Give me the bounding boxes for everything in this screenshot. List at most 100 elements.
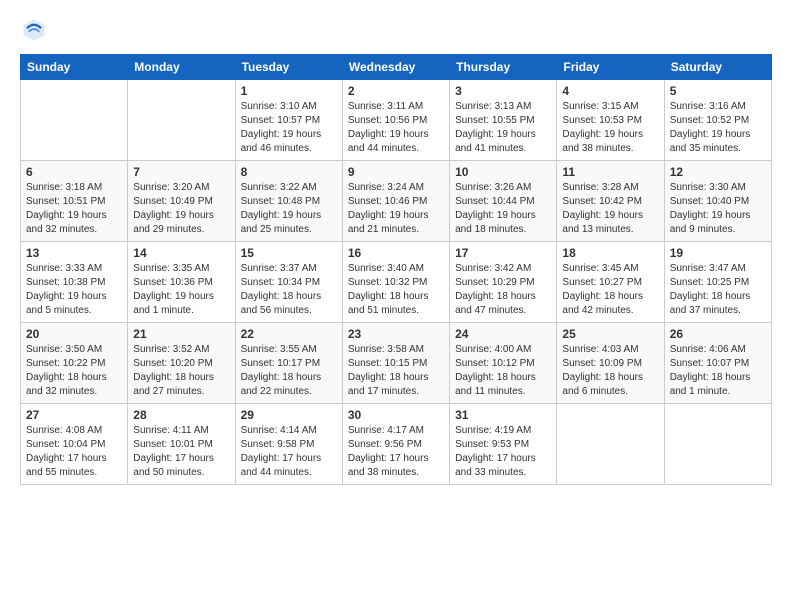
calendar-week-row: 13 Sunrise: 3:33 AMSunset: 10:38 PMDaylig… (21, 242, 772, 323)
day-number: 12 (670, 165, 766, 179)
day-number: 27 (26, 408, 122, 422)
day-info: Sunrise: 3:28 AMSunset: 10:42 PMDaylight… (562, 181, 658, 237)
day-info: Sunrise: 3:45 AMSunset: 10:27 PMDaylight… (562, 262, 658, 318)
calendar-day-cell: 10Sunrise: 3:26 AMSunset: 10:44 PMDaylig… (450, 161, 557, 242)
day-number: 23 (348, 327, 444, 341)
calendar-body: 1 Sunrise: 3:10 AMSunset: 10:57 PMDayligh… (21, 80, 772, 485)
calendar-day-cell: 12 Sunrise: 3:30 AMSunset: 10:40 PMDaylig… (664, 161, 771, 242)
day-info: Sunrise: 3:13 AMSunset: 10:55 PMDaylight… (455, 100, 551, 156)
day-number: 25 (562, 327, 658, 341)
calendar-day-cell: 20Sunrise: 3:50 AMSunset: 10:22 PMDaylig… (21, 323, 128, 404)
calendar-day-cell: 11 Sunrise: 3:28 AMSunset: 10:42 PMDaylig… (557, 161, 664, 242)
day-info: Sunrise: 4:17 AMSunset: 9:56 PMDaylight:… (348, 424, 444, 480)
day-number: 26 (670, 327, 766, 341)
calendar-day-cell: 1 Sunrise: 3:10 AMSunset: 10:57 PMDayligh… (235, 80, 342, 161)
weekday-header-cell: Tuesday (235, 55, 342, 80)
day-number: 11 (562, 165, 658, 179)
day-info: Sunrise: 3:16 AMSunset: 10:52 PMDaylight… (670, 100, 766, 156)
calendar-day-cell: 28Sunrise: 4:11 AMSunset: 10:01 PMDaylig… (128, 404, 235, 485)
calendar-day-cell: 14 Sunrise: 3:35 AMSunset: 10:36 PMDaylig… (128, 242, 235, 323)
day-number: 4 (562, 84, 658, 98)
logo-icon (20, 16, 48, 44)
day-number: 20 (26, 327, 122, 341)
day-number: 6 (26, 165, 122, 179)
calendar-day-cell: 15 Sunrise: 3:37 AMSunset: 10:34 PMDaylig… (235, 242, 342, 323)
calendar-week-row: 6 Sunrise: 3:18 AMSunset: 10:51 PMDayligh… (21, 161, 772, 242)
day-info: Sunrise: 3:47 AMSunset: 10:25 PMDaylight… (670, 262, 766, 318)
day-info: Sunrise: 3:37 AMSunset: 10:34 PMDaylight… (241, 262, 337, 318)
logo (20, 16, 52, 44)
day-info: Sunrise: 4:08 AMSunset: 10:04 PMDaylight… (26, 424, 122, 480)
day-info: Sunrise: 3:30 AMSunset: 10:40 PMDaylight… (670, 181, 766, 237)
calendar-day-cell: 7 Sunrise: 3:20 AMSunset: 10:49 PMDayligh… (128, 161, 235, 242)
weekday-header-cell: Monday (128, 55, 235, 80)
day-info: Sunrise: 3:24 AMSunset: 10:46 PMDaylight… (348, 181, 444, 237)
day-number: 15 (241, 246, 337, 260)
day-info: Sunrise: 3:20 AMSunset: 10:49 PMDaylight… (133, 181, 229, 237)
calendar-week-row: 27 Sunrise: 4:08 AMSunset: 10:04 PMDaylig… (21, 404, 772, 485)
day-info: Sunrise: 3:35 AMSunset: 10:36 PMDaylight… (133, 262, 229, 318)
calendar-day-cell (664, 404, 771, 485)
day-number: 13 (26, 246, 122, 260)
calendar-day-cell: 26 Sunrise: 4:06 AMSunset: 10:07 PMDaylig… (664, 323, 771, 404)
calendar-day-cell: 25 Sunrise: 4:03 AMSunset: 10:09 PMDaylig… (557, 323, 664, 404)
day-number: 19 (670, 246, 766, 260)
calendar-day-cell (557, 404, 664, 485)
day-number: 10 (455, 165, 551, 179)
day-info: Sunrise: 4:19 AMSunset: 9:53 PMDaylight:… (455, 424, 551, 480)
day-info: Sunrise: 3:52 AMSunset: 10:20 PMDaylight… (133, 343, 229, 399)
day-number: 1 (241, 84, 337, 98)
day-number: 31 (455, 408, 551, 422)
day-number: 16 (348, 246, 444, 260)
day-number: 29 (241, 408, 337, 422)
day-info: Sunrise: 4:03 AMSunset: 10:09 PMDaylight… (562, 343, 658, 399)
day-number: 7 (133, 165, 229, 179)
calendar-day-cell: 31 Sunrise: 4:19 AMSunset: 9:53 PMDayligh… (450, 404, 557, 485)
calendar-day-cell: 9 Sunrise: 3:24 AMSunset: 10:46 PMDayligh… (342, 161, 449, 242)
day-number: 9 (348, 165, 444, 179)
calendar-week-row: 20Sunrise: 3:50 AMSunset: 10:22 PMDaylig… (21, 323, 772, 404)
day-info: Sunrise: 3:58 AMSunset: 10:15 PMDaylight… (348, 343, 444, 399)
day-info: Sunrise: 3:10 AMSunset: 10:57 PMDaylight… (241, 100, 337, 156)
day-info: Sunrise: 3:42 AMSunset: 10:29 PMDaylight… (455, 262, 551, 318)
calendar-day-cell: 6 Sunrise: 3:18 AMSunset: 10:51 PMDayligh… (21, 161, 128, 242)
day-info: Sunrise: 4:00 AMSunset: 10:12 PMDaylight… (455, 343, 551, 399)
day-number: 2 (348, 84, 444, 98)
calendar-day-cell: 27 Sunrise: 4:08 AMSunset: 10:04 PMDaylig… (21, 404, 128, 485)
day-info: Sunrise: 3:22 AMSunset: 10:48 PMDaylight… (241, 181, 337, 237)
calendar-day-cell: 8 Sunrise: 3:22 AMSunset: 10:48 PMDayligh… (235, 161, 342, 242)
calendar-day-cell: 23 Sunrise: 3:58 AMSunset: 10:15 PMDaylig… (342, 323, 449, 404)
calendar-day-cell: 30Sunrise: 4:17 AMSunset: 9:56 PMDayligh… (342, 404, 449, 485)
weekday-header-cell: Saturday (664, 55, 771, 80)
calendar-day-cell: 24 Sunrise: 4:00 AMSunset: 10:12 PMDaylig… (450, 323, 557, 404)
day-number: 17 (455, 246, 551, 260)
day-number: 14 (133, 246, 229, 260)
calendar-day-cell: 29Sunrise: 4:14 AMSunset: 9:58 PMDayligh… (235, 404, 342, 485)
calendar-day-cell: 21 Sunrise: 3:52 AMSunset: 10:20 PMDaylig… (128, 323, 235, 404)
day-number: 21 (133, 327, 229, 341)
calendar-week-row: 1 Sunrise: 3:10 AMSunset: 10:57 PMDayligh… (21, 80, 772, 161)
weekday-header-row: SundayMondayTuesdayWednesdayThursdayFrid… (21, 55, 772, 80)
calendar-day-cell: 16 Sunrise: 3:40 AMSunset: 10:32 PMDaylig… (342, 242, 449, 323)
weekday-header-cell: Sunday (21, 55, 128, 80)
day-info: Sunrise: 4:06 AMSunset: 10:07 PMDaylight… (670, 343, 766, 399)
day-info: Sunrise: 3:40 AMSunset: 10:32 PMDaylight… (348, 262, 444, 318)
day-info: Sunrise: 3:18 AMSunset: 10:51 PMDaylight… (26, 181, 122, 237)
header (20, 16, 772, 44)
calendar-day-cell: 4Sunrise: 3:15 AMSunset: 10:53 PMDayligh… (557, 80, 664, 161)
weekday-header-cell: Thursday (450, 55, 557, 80)
calendar-day-cell (128, 80, 235, 161)
weekday-header-cell: Friday (557, 55, 664, 80)
day-number: 24 (455, 327, 551, 341)
day-info: Sunrise: 3:11 AMSunset: 10:56 PMDaylight… (348, 100, 444, 156)
day-number: 8 (241, 165, 337, 179)
day-number: 5 (670, 84, 766, 98)
day-number: 3 (455, 84, 551, 98)
calendar-day-cell: 3 Sunrise: 3:13 AMSunset: 10:55 PMDayligh… (450, 80, 557, 161)
calendar-table: SundayMondayTuesdayWednesdayThursdayFrid… (20, 54, 772, 485)
day-info: Sunrise: 3:33 AMSunset: 10:38 PMDaylight… (26, 262, 122, 318)
calendar-day-cell: 19 Sunrise: 3:47 AMSunset: 10:25 PMDaylig… (664, 242, 771, 323)
day-info: Sunrise: 3:55 AMSunset: 10:17 PMDaylight… (241, 343, 337, 399)
calendar-day-cell: 5 Sunrise: 3:16 AMSunset: 10:52 PMDayligh… (664, 80, 771, 161)
day-info: Sunrise: 4:11 AMSunset: 10:01 PMDaylight… (133, 424, 229, 480)
